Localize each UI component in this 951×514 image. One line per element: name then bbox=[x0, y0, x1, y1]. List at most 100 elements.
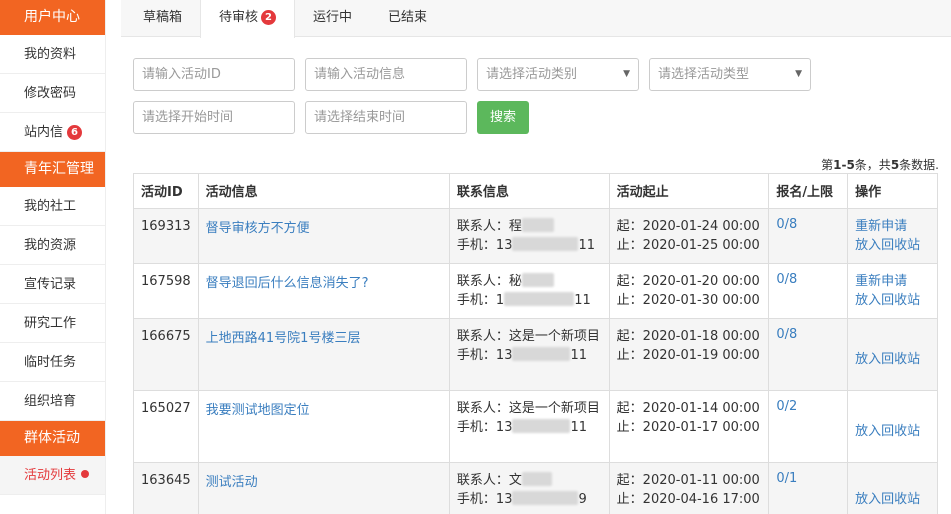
redacted-blur bbox=[512, 491, 579, 505]
search-button[interactable]: 搜索 bbox=[477, 101, 530, 134]
table-row: 166675 上地西路41号院1号楼三层 联系人：这是一个新项目 手机：13 11 … bbox=[133, 318, 938, 391]
period-start: 起：2020-01-18 00:00 bbox=[616, 329, 760, 344]
sidebar-item-change-password[interactable]: 修改密码 bbox=[0, 74, 105, 113]
sidebar-item-label: 我的社工 bbox=[24, 199, 77, 214]
end-time-input[interactable]: 请选择结束时间 bbox=[305, 101, 467, 134]
period-end: 止：2020-01-30 00:00 bbox=[616, 293, 760, 308]
activity-title-link[interactable]: 上地西路41号院1号楼三层 bbox=[206, 331, 361, 346]
contact-phone: 手机：13 bbox=[456, 348, 513, 363]
reapply-link[interactable]: 重新申请 bbox=[855, 219, 907, 234]
tab-ended[interactable]: 已结束 bbox=[370, 0, 445, 36]
status-tabs: 草稿箱 待审核 2 运行中 已结束 bbox=[121, 0, 951, 38]
row-actions: 放入回收站 bbox=[847, 390, 938, 463]
tab-running[interactable]: 运行中 bbox=[295, 0, 370, 36]
move-to-recycle-bin-link[interactable]: 放入回收站 bbox=[855, 238, 920, 253]
column-header-contact: 联系信息 bbox=[448, 173, 610, 209]
contact-person: 联系人：秘 bbox=[456, 274, 522, 289]
contact-phone: 手机：13 bbox=[456, 492, 513, 507]
activity-title-link[interactable]: 督导退回后什么信息消失了? bbox=[206, 276, 369, 291]
reapply-link[interactable]: 重新申请 bbox=[855, 274, 907, 289]
table-row: 163645 测试活动 联系人：文手机：13 9 起：2020-01-11 00:… bbox=[133, 462, 938, 514]
contact-person: 联系人：文 bbox=[456, 473, 522, 488]
sidebar-section-user-center: 用户中心 bbox=[0, 0, 105, 35]
filter-form: 请输入活动ID 请输入活动信息 请选择活动类别 ▼ 请选择活动类型 ▼ 请选择开始时… bbox=[133, 58, 811, 144]
activity-title-link[interactable]: 测试活动 bbox=[206, 475, 258, 490]
period-end: 止：2020-01-17 00:00 bbox=[616, 420, 760, 435]
period-start: 起：2020-01-11 00:00 bbox=[616, 473, 760, 488]
sidebar-item-label: 我的资源 bbox=[24, 238, 77, 253]
sidebar-item-activity-list[interactable]: 活动列表 bbox=[0, 456, 105, 495]
contact-phone-suffix: 11 bbox=[578, 238, 596, 253]
sidebar-item-label: 研究工作 bbox=[24, 316, 77, 331]
sidebar-item-temporary-tasks[interactable]: 临时任务 bbox=[0, 343, 105, 382]
contact-phone: 手机：13 bbox=[456, 420, 513, 435]
summary-mid: 条，共 bbox=[854, 158, 891, 172]
caret-down-icon: ▼ bbox=[623, 69, 630, 79]
row-actions: 重新申请 放入回收站 bbox=[847, 263, 938, 319]
table-row: 167598 督导退回后什么信息消失了? 联系人：秘 手机：1 11 起：2020-… bbox=[133, 263, 938, 319]
contact-phone: 手机：13 bbox=[456, 238, 513, 253]
tab-pending-review[interactable]: 待审核 2 bbox=[200, 0, 296, 38]
sidebar-item-my-resources[interactable]: 我的资源 bbox=[0, 226, 105, 265]
redacted-blur bbox=[512, 237, 579, 251]
table-row: 165027 我要测试地图定位 联系人：这是一个新项目 手机：13 11 起：202… bbox=[133, 390, 938, 463]
tab-label: 待审核 bbox=[219, 10, 259, 25]
sidebar-item-my-profile[interactable]: 我的资料 bbox=[0, 35, 105, 74]
period-end: 止：2020-01-19 00:00 bbox=[616, 348, 760, 363]
sidebar-item-research-work[interactable]: 研究工作 bbox=[0, 304, 105, 343]
period-start: 起：2020-01-14 00:00 bbox=[616, 401, 760, 416]
sidebar-item-label: 组织培育 bbox=[24, 394, 77, 409]
quota-count: 0/2 bbox=[768, 390, 849, 463]
column-header-id: 活动ID bbox=[133, 173, 199, 209]
sidebar-item-label: 站内信 bbox=[24, 125, 64, 140]
activity-title-link[interactable]: 督导审核方不方便 bbox=[206, 221, 310, 236]
activity-id: 163645 bbox=[133, 462, 199, 514]
contact-person: 联系人：程 bbox=[456, 219, 522, 234]
active-indicator-dot bbox=[81, 470, 90, 478]
redacted-blur bbox=[504, 292, 575, 306]
activity-title-link[interactable]: 我要测试地图定位 bbox=[206, 403, 310, 418]
activity-id: 169313 bbox=[133, 208, 199, 264]
table-row: 169313 督导审核方不方便 联系人：程手机：13 11 起：2020-01-2… bbox=[133, 208, 938, 264]
row-actions: 重新申请 放入回收站 bbox=[847, 208, 938, 264]
sidebar-item-label: 活动列表 bbox=[24, 468, 77, 483]
contact-phone-suffix: 11 bbox=[570, 348, 588, 363]
contact-info: 联系人：秘 手机：1 11 bbox=[448, 263, 610, 319]
caret-down-icon: ▼ bbox=[795, 69, 802, 79]
activity-info-input[interactable]: 请输入活动信息 bbox=[305, 58, 467, 91]
redacted-blur bbox=[521, 273, 554, 287]
period-end: 止：2020-04-16 17:00 bbox=[616, 492, 760, 507]
move-to-recycle-bin-link[interactable]: 放入回收站 bbox=[855, 293, 920, 308]
activity-id-input[interactable]: 请输入活动ID bbox=[133, 58, 295, 91]
redacted-blur bbox=[512, 419, 571, 433]
move-to-recycle-bin-link[interactable]: 放入回收站 bbox=[855, 352, 920, 367]
move-to-recycle-bin-link[interactable]: 放入回收站 bbox=[855, 424, 920, 439]
contact-info: 联系人：这是一个新项目 手机：13 11 bbox=[448, 390, 610, 463]
sidebar-section-youth-management: 青年汇管理 bbox=[0, 152, 105, 187]
activity-type-select[interactable]: 请选择活动类型 ▼ bbox=[649, 58, 811, 91]
period-start: 起：2020-01-24 00:00 bbox=[616, 219, 760, 234]
main-content: 草稿箱 待审核 2 运行中 已结束 请输入活动ID 请输入活动信息 请选择活动类别… bbox=[121, 0, 951, 514]
sidebar-item-my-social-workers[interactable]: 我的社工 bbox=[0, 187, 105, 226]
select-placeholder: 请选择活动类型 bbox=[658, 67, 750, 82]
contact-phone: 手机：1 bbox=[456, 293, 505, 308]
activity-id: 165027 bbox=[133, 390, 199, 463]
sidebar-item-messages[interactable]: 站内信 6 bbox=[0, 113, 105, 152]
quota-count: 0/8 bbox=[768, 318, 849, 391]
move-to-recycle-bin-link[interactable]: 放入回收站 bbox=[855, 492, 920, 507]
activity-period: 起：2020-01-18 00:00 止：2020-01-19 00:00 bbox=[608, 318, 770, 391]
contact-phone-suffix: 9 bbox=[578, 492, 587, 507]
tab-drafts[interactable]: 草稿箱 bbox=[125, 0, 200, 36]
activity-period: 起：2020-01-14 00:00 止：2020-01-17 00:00 bbox=[608, 390, 770, 463]
sidebar-section-group-activities: 群体活动 bbox=[0, 421, 105, 456]
start-time-input[interactable]: 请选择开始时间 bbox=[133, 101, 295, 134]
activity-period: 起：2020-01-24 00:00 止：2020-01-25 00:00 bbox=[608, 208, 770, 264]
activity-table: 活动ID 活动信息 联系信息 活动起止 报名/上限 操作 169313 督导审核… bbox=[133, 173, 938, 514]
summary-total: 5 bbox=[890, 158, 900, 172]
activity-category-select[interactable]: 请选择活动类别 ▼ bbox=[477, 58, 639, 91]
sidebar-item-org-cultivation[interactable]: 组织培育 bbox=[0, 382, 105, 421]
sidebar-item-promotion-records[interactable]: 宣传记录 bbox=[0, 265, 105, 304]
contact-info: 联系人：文手机：13 9 bbox=[448, 462, 610, 514]
select-placeholder: 请选择活动类别 bbox=[486, 67, 578, 82]
sidebar-item-label: 修改密码 bbox=[24, 86, 77, 101]
